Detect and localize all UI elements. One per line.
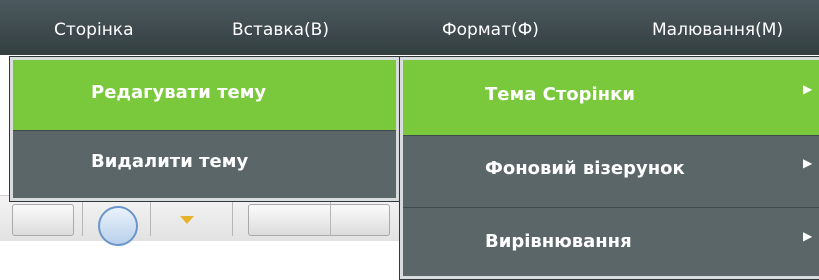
toolbar-button[interactable] bbox=[248, 204, 390, 236]
menu-item-page[interactable]: Сторінка bbox=[54, 0, 134, 55]
menu-option-edit-theme[interactable]: Редагувати тему bbox=[13, 60, 396, 130]
menu-item-format[interactable]: Формат(Ф) bbox=[442, 0, 539, 55]
toolbar bbox=[0, 195, 430, 246]
format-menu: Тема Сторінки ▶ Фоновий візерунок ▶ Вирі… bbox=[400, 57, 819, 279]
toolbar-separator bbox=[330, 202, 331, 236]
globe-icon[interactable] bbox=[98, 206, 138, 246]
chevron-right-icon: ▶ bbox=[803, 82, 813, 96]
menu-option-label: Видалити тему bbox=[91, 151, 249, 172]
menu-item-insert[interactable]: Вставка(В) bbox=[232, 0, 329, 55]
dropdown-arrow-icon[interactable] bbox=[180, 216, 194, 224]
menu-option-alignment[interactable]: Вирівнювання ▶ bbox=[403, 208, 819, 279]
menu-option-label: Редагувати тему bbox=[91, 82, 267, 103]
chevron-right-icon: ▶ bbox=[803, 229, 813, 243]
menu-option-page-theme[interactable]: Тема Сторінки ▶ bbox=[403, 60, 819, 135]
menu-option-background-pattern[interactable]: Фоновий візерунок ▶ bbox=[403, 136, 819, 207]
menu-bar: Сторінка Вставка(В) Формат(Ф) Малювання(… bbox=[0, 0, 819, 55]
theme-submenu: Редагувати тему Видалити тему bbox=[10, 57, 399, 201]
chevron-right-icon: ▶ bbox=[803, 156, 813, 170]
menu-option-label: Тема Сторінки bbox=[485, 84, 635, 105]
toolbar-separator bbox=[232, 202, 233, 236]
toolbar-separator bbox=[150, 202, 151, 236]
menu-option-label: Вирівнювання bbox=[485, 231, 632, 252]
menu-option-label: Фоновий візерунок bbox=[485, 158, 685, 179]
menu-option-delete-theme[interactable]: Видалити тему bbox=[13, 131, 396, 198]
toolbar-separator bbox=[82, 202, 83, 236]
toolbar-button[interactable] bbox=[12, 204, 74, 236]
menu-item-drawing[interactable]: Малювання(М) bbox=[652, 0, 783, 55]
